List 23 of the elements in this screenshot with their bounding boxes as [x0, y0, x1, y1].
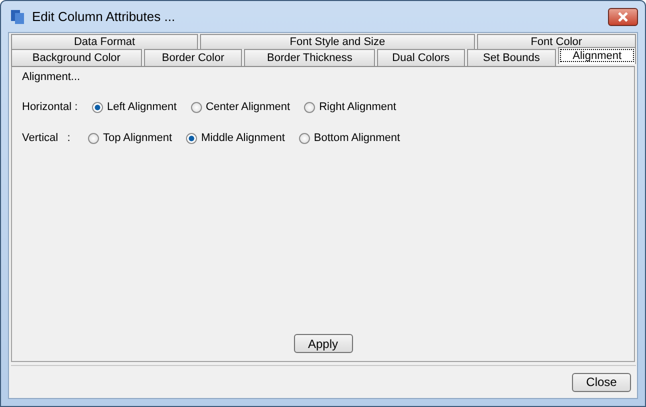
tab[interactable]: Font Color	[476, 34, 636, 49]
tab[interactable]: Data Format	[11, 34, 198, 49]
row-label: Vertical :	[22, 132, 72, 144]
tab[interactable]: Alignment	[558, 47, 636, 64]
radio-option[interactable]: Top Alignment	[88, 132, 172, 144]
tab[interactable]: Font Style and Size	[200, 34, 475, 49]
close-button[interactable]: Close	[572, 372, 631, 392]
app-icon	[10, 8, 26, 24]
tab[interactable]: Background Color	[11, 49, 142, 66]
radio-option[interactable]: Bottom Alignment	[298, 132, 400, 144]
window-title: Edit Column Attributes ...	[32, 9, 176, 24]
apply-button[interactable]: Apply	[294, 334, 352, 353]
group-title: Alignment...	[22, 71, 80, 83]
tab[interactable]: Set Bounds	[466, 49, 556, 66]
tab[interactable]: Border Thickness	[244, 49, 376, 66]
radio-option[interactable]: Left Alignment	[92, 101, 177, 113]
radio-option[interactable]: Middle Alignment	[186, 132, 285, 144]
radio-option[interactable]: Center Alignment	[190, 101, 290, 113]
radio-option[interactable]: Right Alignment	[304, 101, 396, 113]
row-label: Horizontal :	[22, 101, 79, 113]
close-icon[interactable]	[608, 8, 638, 26]
tab[interactable]: Dual Colors	[377, 49, 465, 66]
tab[interactable]: Border Color	[144, 49, 242, 66]
